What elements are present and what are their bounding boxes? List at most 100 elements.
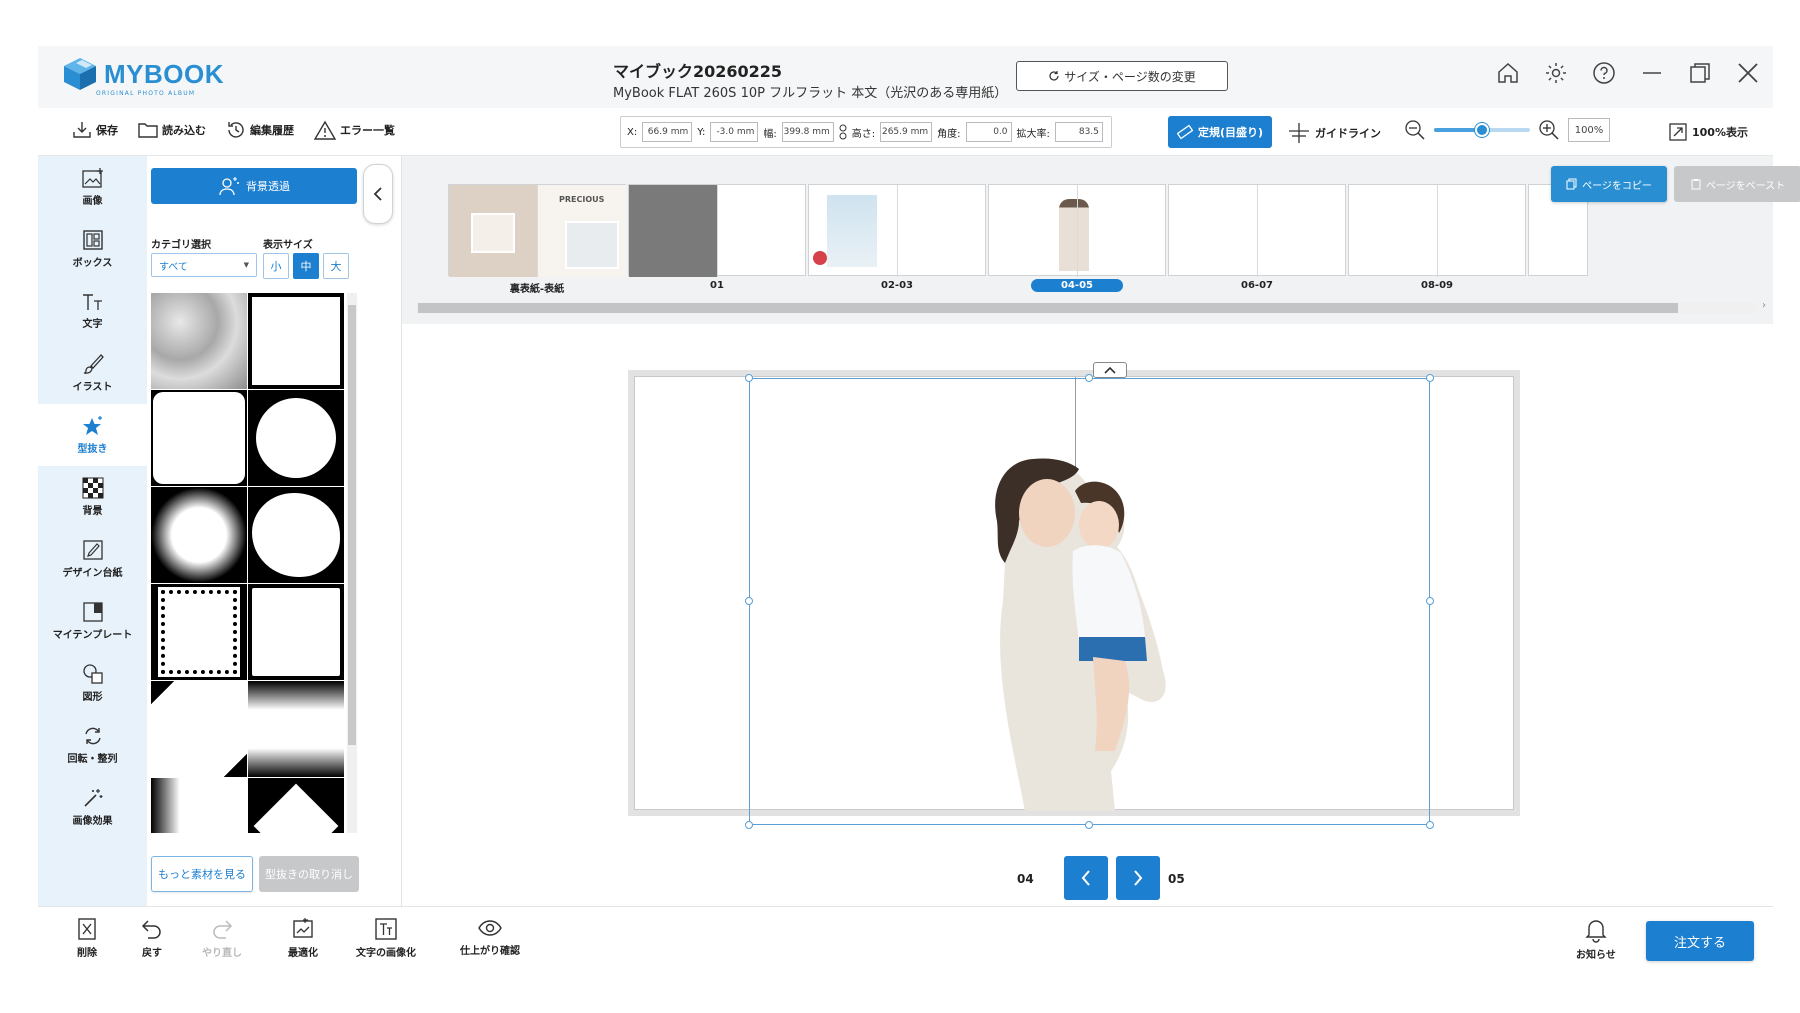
- link-aspect-icon[interactable]: [839, 124, 847, 140]
- mask-diagonal-cut[interactable]: [151, 681, 247, 777]
- strip-collapse-button[interactable]: [1093, 362, 1127, 378]
- transform-fields: X: 66.9 mm Y: -3.0 mm 幅: 399.8 mm 高さ: 26…: [620, 116, 1112, 148]
- more-materials-button[interactable]: もっと素材を見る: [151, 856, 253, 892]
- size-large-button[interactable]: 大: [323, 253, 349, 279]
- mask-white-square-2[interactable]: [248, 584, 344, 680]
- guideline-button[interactable]: ガイドライン: [1288, 122, 1381, 144]
- warning-icon: [314, 120, 336, 140]
- size-small-button[interactable]: 小: [263, 253, 289, 279]
- strip-scrollbar[interactable]: [416, 302, 1756, 314]
- sidebar-item-box[interactable]: ボックス: [38, 218, 147, 280]
- redo-button[interactable]: やり直し: [202, 917, 242, 959]
- size-medium-button[interactable]: 中: [293, 253, 319, 279]
- page-thumb-01[interactable]: [628, 184, 806, 277]
- minimize-icon[interactable]: [1639, 60, 1665, 86]
- main-toolbar: 保存 読み込む 編集履歴 エラー一覧 X: 66.9 mm Y: -3.0 mm…: [38, 108, 1773, 156]
- page-spread[interactable]: [628, 370, 1520, 829]
- mask-stamp[interactable]: [151, 584, 247, 680]
- help-icon[interactable]: [1591, 60, 1617, 86]
- fit-100-button[interactable]: 100%表示: [1668, 122, 1748, 142]
- height-field[interactable]: 265.9 mm: [880, 122, 933, 142]
- page-thumb-08-09[interactable]: [1348, 184, 1526, 277]
- mask-white-square[interactable]: [248, 293, 344, 389]
- mask-marble[interactable]: [151, 293, 247, 389]
- mask-rounded-square[interactable]: [151, 390, 247, 486]
- resize-handle-br[interactable]: [1426, 821, 1434, 829]
- preview-label: 仕上がり確認: [460, 946, 520, 957]
- zoom-slider[interactable]: [1434, 123, 1530, 137]
- x-field[interactable]: 66.9 mm: [642, 122, 693, 142]
- photo-selection-box[interactable]: [749, 378, 1430, 825]
- resize-pages-button[interactable]: サイズ・ページ数の変更: [1016, 61, 1228, 91]
- sidebar-item-mask[interactable]: 型抜き: [38, 404, 147, 466]
- zoom-value-field[interactable]: 100%: [1568, 118, 1610, 142]
- scale-field[interactable]: 83.5: [1054, 122, 1103, 142]
- sidebar-item-image[interactable]: 画像: [38, 156, 147, 218]
- page-thumb-02-03[interactable]: [808, 184, 986, 277]
- background-remove-button[interactable]: 背景透過: [151, 168, 357, 204]
- save-button[interactable]: 保存: [72, 121, 118, 139]
- resize-handle-tr[interactable]: [1426, 374, 1434, 382]
- mask-horizontal-fade[interactable]: [151, 778, 247, 833]
- page-label-08-09: 08-09: [1421, 280, 1453, 291]
- sidebar-item-image-effect[interactable]: 画像効果: [38, 776, 147, 838]
- notice-button[interactable]: お知らせ: [1576, 917, 1616, 961]
- load-button[interactable]: 読み込む: [138, 121, 206, 139]
- strip-scroll-right-icon[interactable]: ›: [1762, 300, 1766, 311]
- prev-page-button[interactable]: [1064, 856, 1108, 900]
- category-select[interactable]: すべて ▼: [151, 253, 257, 277]
- sidebar-item-rotate-align[interactable]: 回転・整列: [38, 714, 147, 776]
- mask-soft-circle[interactable]: [151, 487, 247, 583]
- zoom-in-icon[interactable]: [1538, 119, 1560, 141]
- error-list-button[interactable]: エラー一覧: [314, 120, 395, 140]
- resize-handle-tl[interactable]: [745, 374, 753, 382]
- y-field[interactable]: -3.0 mm: [710, 122, 759, 142]
- undo-button[interactable]: 戻す: [140, 917, 164, 959]
- gear-icon[interactable]: [1543, 60, 1569, 86]
- mask-grid-scroll-thumb[interactable]: [348, 305, 356, 745]
- sidebar-item-text[interactable]: 文字: [38, 280, 147, 342]
- guideline-icon: [1289, 123, 1309, 143]
- angle-field[interactable]: 0.0: [965, 122, 1012, 142]
- mask-vertical-fade[interactable]: [248, 681, 344, 777]
- close-icon[interactable]: [1735, 60, 1761, 86]
- page-thumb-06-07[interactable]: [1168, 184, 1346, 277]
- ruler-button[interactable]: 定規(目盛り): [1168, 116, 1272, 148]
- resize-handle-t[interactable]: [1085, 374, 1093, 382]
- mask-brush-circle[interactable]: [248, 487, 344, 583]
- paste-page-button[interactable]: ページをペースト: [1674, 166, 1800, 202]
- cover-back-photo: [471, 213, 515, 253]
- template-icon: [82, 602, 103, 622]
- undo-mask-button[interactable]: 型抜きの取り消し: [259, 856, 359, 892]
- copy-page-button[interactable]: ページをコピー: [1551, 166, 1667, 202]
- next-page-button[interactable]: [1116, 856, 1160, 900]
- zoom-out-icon[interactable]: [1404, 119, 1426, 141]
- sidebar-item-background[interactable]: 背景: [38, 466, 147, 528]
- home-icon[interactable]: [1495, 60, 1521, 86]
- history-button[interactable]: 編集履歴: [226, 120, 294, 140]
- sidebar-item-illust[interactable]: イラスト: [38, 342, 147, 404]
- page-thumb-04-05[interactable]: [988, 184, 1166, 277]
- panel-collapse-button[interactable]: [363, 164, 393, 224]
- page-thumb-cover[interactable]: PRECIOUS: [448, 184, 626, 277]
- resize-handle-r[interactable]: [1426, 597, 1434, 605]
- preview-button[interactable]: 仕上がり確認: [460, 917, 520, 957]
- zoom-slider-thumb[interactable]: [1475, 123, 1489, 137]
- sidebar-item-my-template[interactable]: マイテンプレート: [38, 590, 147, 652]
- order-button[interactable]: 注文する: [1646, 921, 1754, 961]
- width-field[interactable]: 399.8 mm: [781, 122, 834, 142]
- x-label: X:: [627, 126, 638, 138]
- text-to-image-button[interactable]: 文字の画像化: [356, 917, 416, 959]
- mask-grid-scrollbar[interactable]: [347, 293, 357, 833]
- sidebar-item-design-mount[interactable]: デザイン台紙: [38, 528, 147, 590]
- sidebar-item-shapes[interactable]: 図形: [38, 652, 147, 714]
- mask-diamond[interactable]: [248, 778, 344, 833]
- resize-handle-l[interactable]: [745, 597, 753, 605]
- delete-button[interactable]: 削除: [76, 917, 98, 959]
- resize-handle-b[interactable]: [1085, 821, 1093, 829]
- mask-circle[interactable]: [248, 390, 344, 486]
- optimize-button[interactable]: 最適化: [288, 917, 318, 959]
- strip-scroll-thumb[interactable]: [418, 303, 1678, 313]
- resize-handle-bl[interactable]: [745, 821, 753, 829]
- restore-icon[interactable]: [1687, 60, 1713, 86]
